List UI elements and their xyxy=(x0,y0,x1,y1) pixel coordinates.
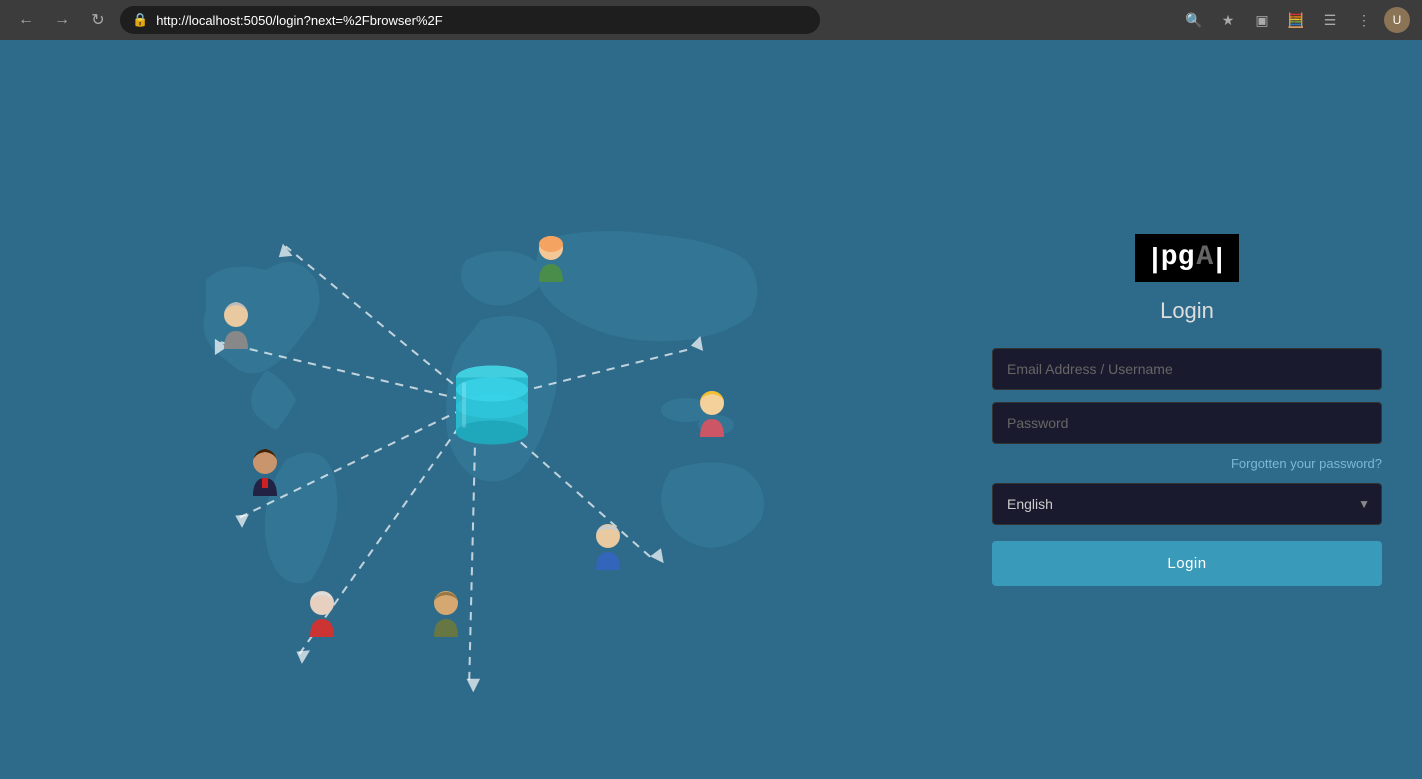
pgadmin-logo: | pg A | xyxy=(1135,234,1239,282)
menu-button[interactable]: ⋮ xyxy=(1350,6,1378,34)
logo-container: | pg A | xyxy=(1135,234,1239,282)
browser-chrome: ← → ↻ 🔒 http://localhost:5050/login?next… xyxy=(0,0,1422,40)
url-text: http://localhost:5050/login?next=%2Fbrow… xyxy=(156,13,443,28)
language-select[interactable]: English xyxy=(992,483,1382,525)
logo-bracket-left: | xyxy=(1151,242,1159,274)
right-panel: | pg A | Login Forgotten your password? … xyxy=(952,40,1422,779)
user-avatar[interactable]: U xyxy=(1384,7,1410,33)
login-button[interactable]: Login xyxy=(992,541,1382,586)
forward-button[interactable]: → xyxy=(48,6,76,34)
world-map xyxy=(0,40,952,779)
person-4 xyxy=(238,446,293,501)
person-1 xyxy=(524,232,579,287)
extensions-button[interactable]: 🧮 xyxy=(1282,6,1310,34)
sidebar-toggle[interactable]: ☰ xyxy=(1316,6,1344,34)
zoom-button[interactable]: 🔍 xyxy=(1180,6,1208,34)
display-button[interactable]: ▣ xyxy=(1248,6,1276,34)
person-6 xyxy=(295,587,350,642)
login-title: Login xyxy=(1160,298,1214,324)
person-3 xyxy=(685,387,740,442)
back-button[interactable]: ← xyxy=(12,6,40,34)
lock-icon: 🔒 xyxy=(132,12,148,28)
logo-bracket-right: | xyxy=(1215,242,1223,274)
reload-button[interactable]: ↻ xyxy=(84,6,112,34)
email-field-group xyxy=(992,348,1382,390)
browser-toolbar: 🔍 ★ ▣ 🧮 ☰ ⋮ U xyxy=(1180,6,1410,34)
password-input[interactable] xyxy=(992,402,1382,444)
person-2 xyxy=(209,299,264,354)
person-5 xyxy=(581,520,636,575)
bookmark-button[interactable]: ★ xyxy=(1214,6,1242,34)
language-selector-wrapper: English ▼ xyxy=(992,483,1382,525)
logo-pg-text: pg xyxy=(1161,242,1195,273)
forgot-password-link[interactable]: Forgotten your password? xyxy=(992,456,1382,471)
left-panel xyxy=(0,40,952,779)
person-7 xyxy=(419,587,474,642)
email-input[interactable] xyxy=(992,348,1382,390)
logo-admin-text: A xyxy=(1196,242,1213,273)
main-content: | pg A | Login Forgotten your password? … xyxy=(0,40,1422,779)
address-bar[interactable]: 🔒 http://localhost:5050/login?next=%2Fbr… xyxy=(120,6,820,34)
password-field-group xyxy=(992,402,1382,444)
database-icon xyxy=(452,362,532,457)
